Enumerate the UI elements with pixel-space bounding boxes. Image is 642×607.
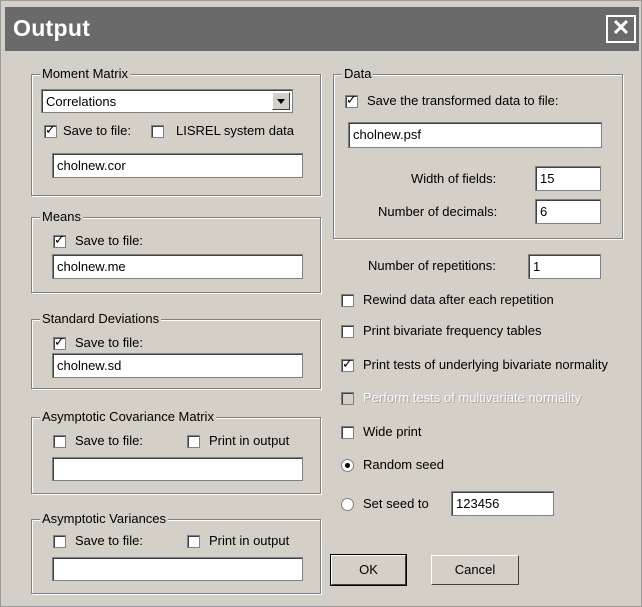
set-seed-radio[interactable]	[341, 498, 354, 511]
close-icon: ✕	[611, 15, 631, 40]
bivariate-freq-label: Print bivariate frequency tables	[363, 323, 542, 338]
avar-print-label: Print in output	[209, 533, 290, 548]
data-file-input[interactable]: cholnew.psf	[348, 122, 602, 148]
window-title: Output	[13, 15, 91, 41]
width-of-fields-input[interactable]: 15	[535, 166, 601, 191]
set-seed-label: Set seed to	[363, 496, 429, 511]
std-dev-save-label: Save to file:	[75, 335, 143, 350]
wide-print-checkbox[interactable]	[341, 426, 354, 439]
moment-save-label: Save to file:	[63, 123, 131, 138]
data-legend: Data	[342, 66, 374, 81]
rewind-checkbox[interactable]	[341, 294, 354, 307]
acov-file-input[interactable]	[52, 457, 303, 481]
avar-save-label: Save to file:	[75, 533, 143, 548]
seed-value-input[interactable]: 123456	[451, 491, 554, 516]
number-of-decimals-input[interactable]: 6	[535, 199, 601, 224]
data-save-checkbox[interactable]	[345, 93, 358, 108]
rewind-label: Rewind data after each repetition	[363, 292, 554, 307]
bivariate-normality-checkbox[interactable]	[341, 357, 354, 372]
multivariate-normality-label: Perform tests of multivariate normality	[363, 390, 582, 405]
acov-group: Asymptotic Covariance Matrix	[31, 409, 321, 494]
data-save-label: Save the transformed data to file:	[367, 93, 559, 108]
lisrel-system-data-label: LISREL system data	[176, 123, 295, 138]
moment-matrix-select-value: Correlations	[46, 94, 117, 109]
means-file-input[interactable]: cholnew.me	[52, 254, 303, 279]
title-bar: Output ✕	[5, 7, 639, 51]
repetitions-input[interactable]: 1	[528, 254, 601, 279]
avar-legend: Asymptotic Variances	[40, 511, 169, 526]
moment-matrix-select[interactable]: Correlations	[41, 89, 293, 113]
std-dev-save-checkbox[interactable]	[53, 335, 66, 350]
acov-print-label: Print in output	[209, 433, 290, 448]
means-save-checkbox[interactable]	[53, 233, 66, 248]
multivariate-normality-checkbox	[341, 392, 354, 405]
means-save-label: Save to file:	[75, 233, 143, 248]
repetitions-label: Number of repetitions:	[368, 258, 496, 273]
wide-print-label: Wide print	[363, 424, 422, 439]
avar-save-checkbox[interactable]	[53, 535, 66, 548]
random-seed-radio[interactable]	[341, 459, 354, 472]
width-of-fields-label: Width of fields:	[411, 171, 497, 186]
moment-matrix-legend: Moment Matrix	[40, 66, 130, 81]
acov-legend: Asymptotic Covariance Matrix	[40, 409, 216, 424]
moment-file-input[interactable]: cholnew.cor	[52, 153, 303, 178]
means-legend: Means	[40, 209, 84, 224]
std-dev-file-input[interactable]: cholnew.sd	[52, 353, 303, 378]
close-button[interactable]: ✕	[606, 15, 636, 43]
random-seed-label: Random seed	[363, 457, 444, 472]
bivariate-freq-checkbox[interactable]	[341, 325, 354, 338]
moment-save-checkbox[interactable]	[44, 123, 57, 138]
avar-file-input[interactable]	[52, 557, 303, 581]
acov-print-checkbox[interactable]	[187, 435, 200, 448]
avar-print-checkbox[interactable]	[187, 535, 200, 548]
acov-save-label: Save to file:	[75, 433, 143, 448]
output-dialog: Output ✕ Moment Matrix Correlations Save…	[0, 0, 642, 607]
cancel-button[interactable]: Cancel	[431, 555, 519, 585]
lisrel-system-data-checkbox[interactable]	[151, 125, 164, 138]
ok-button[interactable]: OK	[330, 554, 407, 586]
number-of-decimals-label: Number of decimals:	[378, 204, 498, 219]
std-dev-legend: Standard Deviations	[40, 311, 162, 326]
acov-save-checkbox[interactable]	[53, 435, 66, 448]
bivariate-normality-label: Print tests of underlying bivariate norm…	[363, 357, 608, 372]
chevron-down-icon[interactable]	[272, 92, 290, 110]
